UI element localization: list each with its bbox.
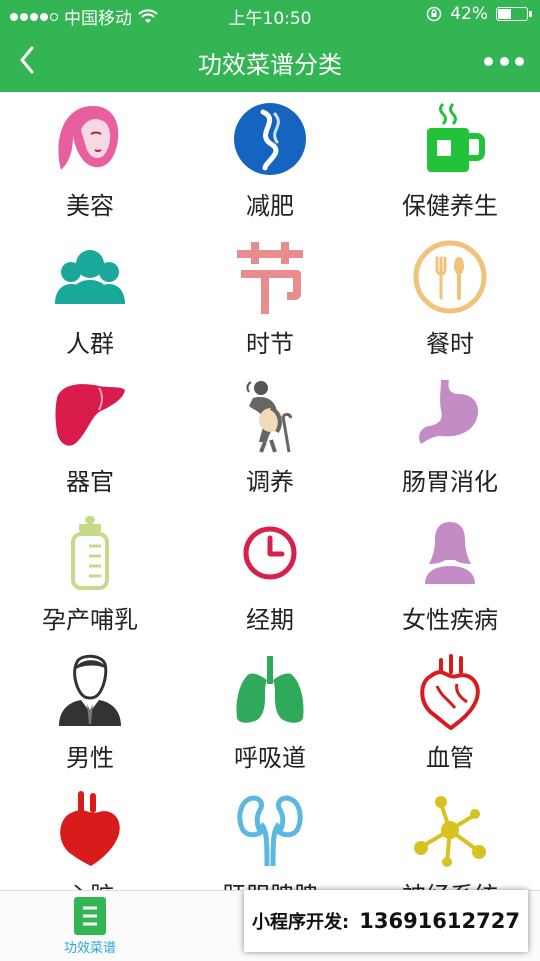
category-blood-vessels[interactable]: 血管	[360, 644, 540, 782]
heart-icon	[51, 790, 129, 868]
tea-cup-icon	[411, 100, 489, 178]
people-icon	[51, 238, 129, 316]
tab-recipes[interactable]: 功效菜谱	[0, 897, 180, 956]
elder-care-icon	[231, 376, 309, 454]
category-label: 心脏	[0, 876, 180, 890]
category-weight-loss[interactable]: 减肥	[180, 92, 360, 230]
kidneys-icon	[231, 790, 309, 868]
list-icon	[74, 897, 106, 935]
category-label: 男性	[66, 744, 114, 772]
category-heart[interactable]: 心脏	[0, 782, 180, 890]
more-dot-icon	[515, 56, 524, 66]
category-season[interactable]: 时节	[180, 230, 360, 368]
category-label: 美容	[66, 192, 114, 220]
battery-icon	[496, 7, 532, 21]
category-label: 器官	[66, 468, 114, 496]
status-right: 42%	[426, 4, 532, 24]
category-beauty[interactable]: 美容	[0, 92, 180, 230]
lungs-icon	[231, 652, 309, 730]
page-title: 功效菜谱分类	[198, 51, 342, 79]
plate-cutlery-icon	[411, 238, 489, 316]
status-bar: 中国移动 上午10:50 42%	[0, 0, 540, 30]
category-pregnancy[interactable]: 孕产哺乳	[0, 506, 180, 644]
category-label: 血管	[426, 744, 474, 772]
liver-icon	[51, 376, 129, 454]
category-grid: 美容 减肥 保健养生 人群 时节 餐时 器官 调养 肠胃消化 孕产哺乳 经期 女…	[0, 92, 540, 890]
category-female-diseases[interactable]: 女性疾病	[360, 506, 540, 644]
more-menu-button[interactable]	[484, 47, 524, 75]
rotation-lock-icon	[426, 6, 442, 22]
category-label: 肝胆脾脾	[180, 876, 360, 890]
more-dot-icon	[499, 56, 509, 66]
developer-phone: 13691612727	[359, 909, 520, 933]
stomach-icon	[411, 376, 489, 454]
category-label: 肠胃消化	[402, 468, 498, 496]
category-label: 调养	[246, 468, 294, 496]
festival-character-icon	[231, 238, 309, 316]
category-label: 女性疾病	[402, 606, 498, 634]
category-people[interactable]: 人群	[0, 230, 180, 368]
category-label: 神经系统	[360, 876, 540, 890]
tab-recipes-label: 功效菜谱	[63, 941, 116, 956]
more-dot-icon	[484, 56, 493, 66]
category-nervous-system[interactable]: 神经系统	[360, 782, 540, 890]
category-label: 减肥	[246, 192, 294, 220]
category-label: 保健养生	[402, 192, 498, 220]
slim-waist-icon	[231, 100, 309, 178]
category-health-care[interactable]: 保健养生	[360, 92, 540, 230]
category-recuperation[interactable]: 调养	[180, 368, 360, 506]
category-menstruation[interactable]: 经期	[180, 506, 360, 644]
category-meal-time[interactable]: 餐时	[360, 230, 540, 368]
developer-label: 小程序开发:	[252, 912, 350, 933]
neuron-icon	[411, 790, 489, 868]
category-male[interactable]: 男性	[0, 644, 180, 782]
woman-silhouette-icon	[411, 514, 489, 592]
category-label: 孕产哺乳	[42, 606, 138, 634]
category-label: 餐时	[426, 330, 474, 358]
category-label: 人群	[66, 330, 114, 358]
baby-bottle-icon	[51, 514, 129, 592]
category-liver-gallbladder[interactable]: 肝胆脾脾	[180, 782, 360, 890]
woman-face-icon	[51, 100, 129, 178]
category-label: 时节	[246, 330, 294, 358]
man-suit-icon	[51, 652, 129, 730]
category-label: 经期	[246, 606, 294, 634]
category-label: 呼吸道	[234, 744, 306, 772]
nav-bar: 功效菜谱分类	[0, 30, 540, 92]
category-respiratory[interactable]: 呼吸道	[180, 644, 360, 782]
category-digestion[interactable]: 肠胃消化	[360, 368, 540, 506]
battery-percent: 42%	[450, 4, 488, 24]
heart-vessels-icon	[411, 652, 489, 730]
category-organs[interactable]: 器官	[0, 368, 180, 506]
clock-icon	[231, 514, 309, 592]
developer-contact-banner: 小程序开发: 13691612727	[244, 890, 528, 952]
